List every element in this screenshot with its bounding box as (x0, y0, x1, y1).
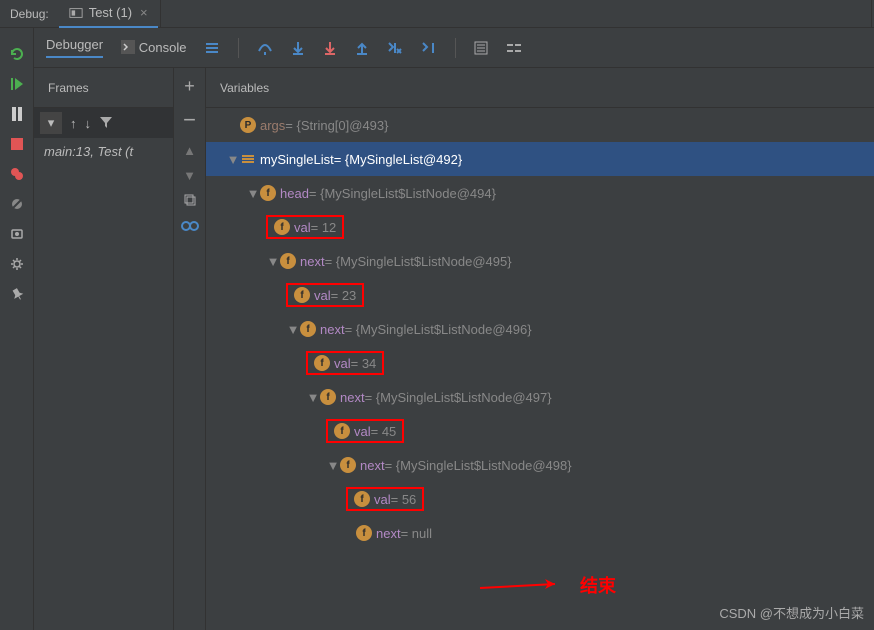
separator (455, 38, 456, 58)
variables-header: Variables (206, 68, 874, 108)
force-step-into-icon[interactable] (323, 41, 337, 55)
frames-toolbar: ▾ ↑ ↓ (34, 108, 173, 138)
new-watch-icon[interactable]: + (184, 76, 195, 97)
mute-breakpoints-icon[interactable] (9, 196, 25, 212)
field-badge-icon: f (300, 321, 316, 337)
var-next-3[interactable]: ▼ f next = {MySingleList$ListNode@497} (206, 380, 874, 414)
tab-separator (160, 0, 161, 28)
left-toolbar (0, 28, 34, 630)
var-next-2[interactable]: ▼ f next = {MySingleList$ListNode@496} (206, 312, 874, 346)
close-icon[interactable]: × (140, 5, 148, 20)
console-icon (121, 40, 135, 54)
tab-console[interactable]: Console (121, 40, 186, 55)
param-badge-icon: P (240, 117, 256, 133)
filter-icon[interactable] (99, 115, 113, 132)
var-val-3[interactable]: f val = 34 (206, 346, 874, 380)
variables-toolbar: + − ▲ ▼ (174, 68, 206, 630)
collapse-icon: ▼ (326, 458, 340, 473)
var-args[interactable]: P args = {String[0]@493} (206, 108, 874, 142)
move-up-icon[interactable]: ▲ (183, 143, 196, 158)
var-val-5[interactable]: f val = 56 (206, 482, 874, 516)
var-mysinglelist[interactable]: ▼ mySingleList = {MySingleList@492} (206, 142, 874, 176)
stack-frame-row[interactable]: main:13, Test (t (34, 138, 173, 165)
move-down-icon[interactable]: ▼ (183, 168, 196, 183)
field-badge-icon: f (260, 185, 276, 201)
frames-header: Frames (34, 68, 173, 108)
debug-label: Debug: (0, 7, 59, 21)
field-badge-icon: f (320, 389, 336, 405)
trace-current-stream-icon[interactable] (506, 42, 522, 54)
view-breakpoints-icon[interactable] (9, 166, 25, 182)
copy-icon[interactable] (183, 193, 197, 210)
run-to-cursor-icon[interactable] (421, 41, 437, 55)
step-out-icon[interactable] (355, 41, 369, 55)
settings-icon[interactable] (9, 256, 25, 272)
thread-dropdown-icon[interactable]: ▾ (40, 112, 62, 134)
highlight-box: f val = 34 (306, 351, 384, 375)
frames-panel: Frames ▾ ↑ ↓ main:13, Test (t (34, 68, 174, 630)
highlight-box: f val = 45 (326, 419, 404, 443)
debug-tab[interactable]: Test (1) × (59, 0, 158, 28)
var-next-1[interactable]: ▼ f next = {MySingleList$ListNode@495} (206, 244, 874, 278)
collapse-icon: ▼ (286, 322, 300, 337)
var-val-1[interactable]: f val = 12 (206, 210, 874, 244)
var-next-4[interactable]: ▼ f next = {MySingleList$ListNode@498} (206, 448, 874, 482)
field-badge-icon: f (356, 525, 372, 541)
field-badge-icon: f (314, 355, 330, 371)
rerun-icon[interactable] (9, 46, 25, 62)
watermark-text: CSDN @不想成为小白菜 (719, 603, 864, 622)
field-badge-icon: f (280, 253, 296, 269)
thread-dump-icon[interactable] (9, 226, 25, 242)
resume-icon[interactable] (9, 76, 25, 92)
test-config-icon (69, 6, 83, 20)
tab-label: Test (1) (89, 5, 132, 20)
collapse-icon: ▼ (226, 152, 240, 167)
variables-tree[interactable]: P args = {String[0]@493} ▼ mySingleList … (206, 108, 874, 630)
pin-icon[interactable] (9, 286, 25, 302)
debugger-sub-tabs: Debugger Console (34, 28, 874, 68)
variables-panel: + − ▲ ▼ Variables P args = {String[0] (174, 68, 874, 630)
field-badge-icon: f (354, 491, 370, 507)
show-execution-point-icon[interactable] (204, 41, 220, 55)
prev-frame-icon[interactable]: ↑ (70, 116, 77, 131)
var-head[interactable]: ▼ f head = {MySingleList$ListNode@494} (206, 176, 874, 210)
var-val-4[interactable]: f val = 45 (206, 414, 874, 448)
tab-separator (871, 0, 872, 28)
highlight-box: f val = 56 (346, 487, 424, 511)
highlight-box: f val = 12 (266, 215, 344, 239)
highlight-box: f val = 23 (286, 283, 364, 307)
debug-header: Debug: Test (1) × (0, 0, 874, 28)
collapse-icon: ▼ (246, 186, 260, 201)
drop-frame-icon[interactable] (387, 41, 403, 55)
show-watches-icon[interactable] (181, 220, 199, 235)
annotation-arrow-icon (470, 578, 570, 598)
step-into-icon[interactable] (291, 41, 305, 55)
var-next-5[interactable]: f next = null (206, 516, 874, 550)
evaluate-expression-icon[interactable] (474, 41, 488, 55)
remove-watch-icon[interactable]: − (183, 107, 196, 133)
object-icon (240, 151, 256, 167)
tab-debugger[interactable]: Debugger (46, 37, 103, 58)
var-val-2[interactable]: f val = 23 (206, 278, 874, 312)
field-badge-icon: f (334, 423, 350, 439)
collapse-icon: ▼ (266, 254, 280, 269)
step-over-icon[interactable] (257, 41, 273, 55)
stop-icon[interactable] (9, 136, 25, 152)
collapse-icon: ▼ (306, 390, 320, 405)
pause-icon[interactable] (9, 106, 25, 122)
field-badge-icon: f (274, 219, 290, 235)
field-badge-icon: f (340, 457, 356, 473)
field-badge-icon: f (294, 287, 310, 303)
next-frame-icon[interactable]: ↓ (85, 116, 92, 131)
annotation-end-label: 结束 (580, 572, 616, 598)
separator (238, 38, 239, 58)
